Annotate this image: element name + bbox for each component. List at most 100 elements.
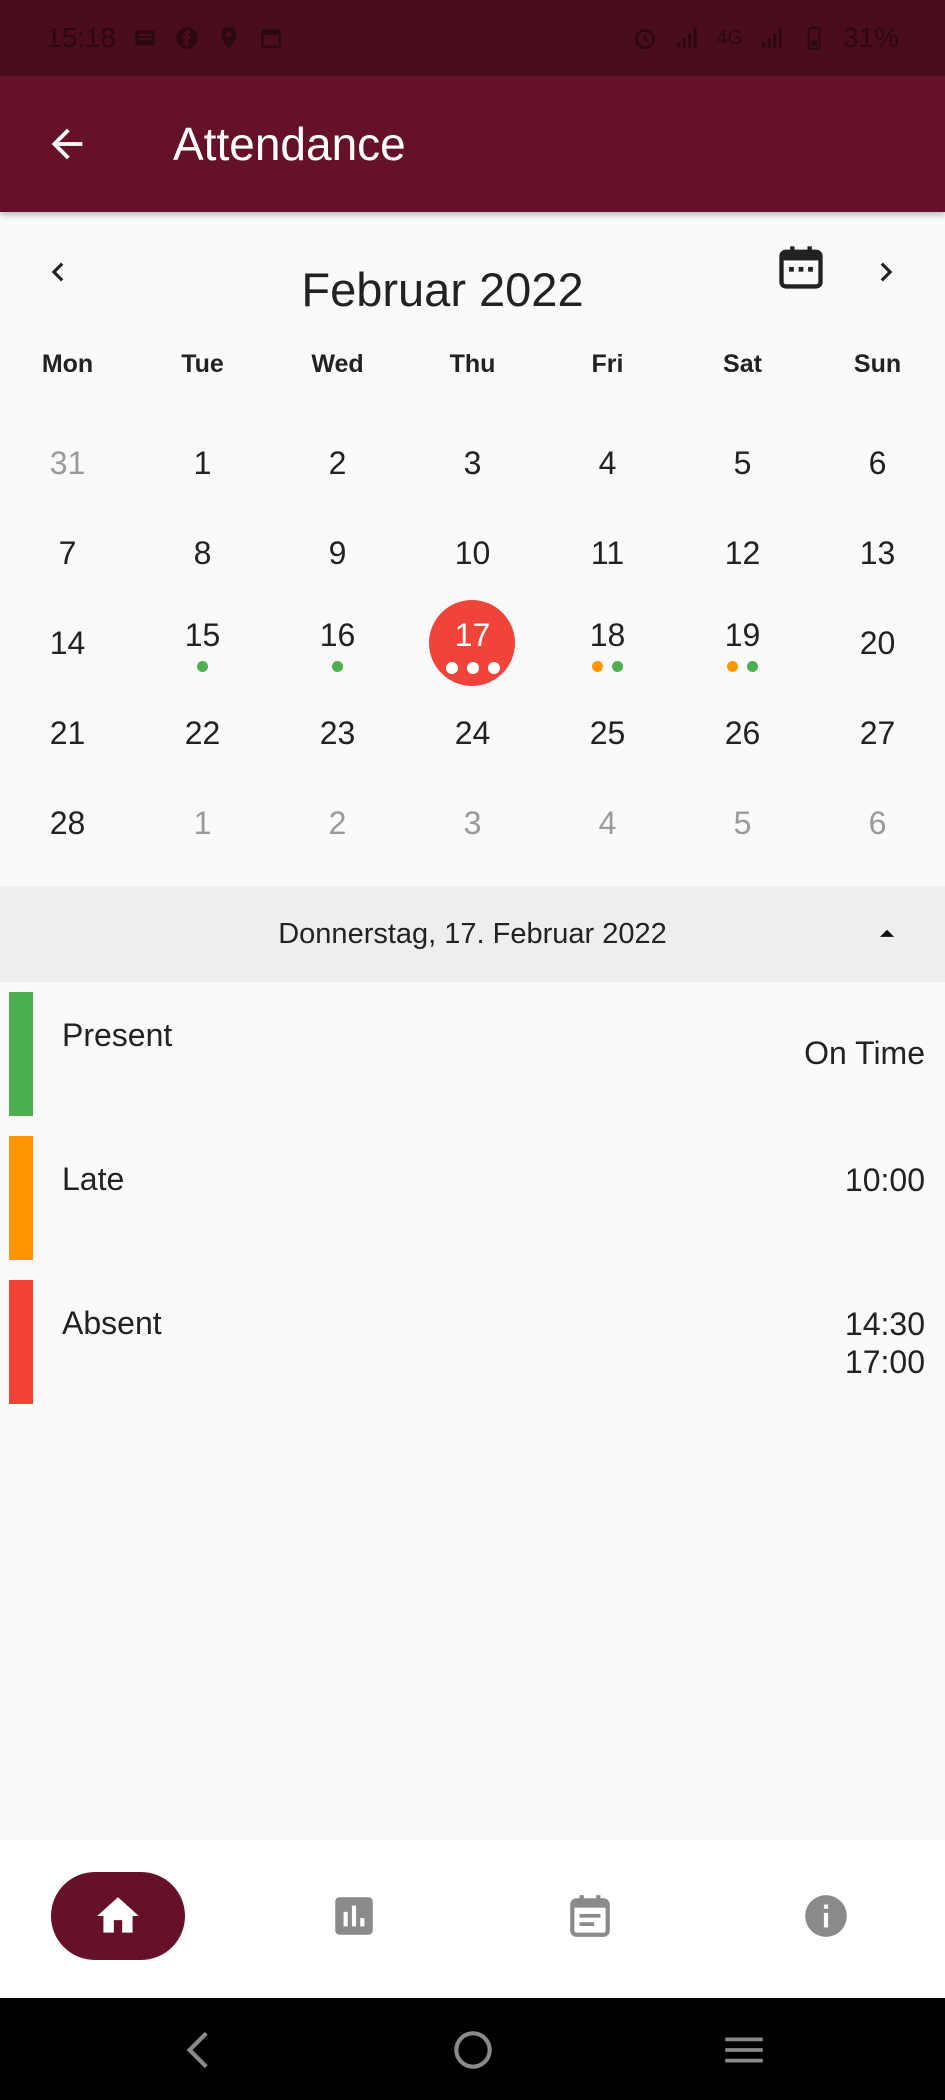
event-markers [135, 661, 270, 672]
arrow-drop-up-icon [879, 929, 895, 937]
calendar-day[interactable]: 15 [135, 598, 270, 688]
calendar-day[interactable]: 22 [135, 688, 270, 778]
collapse-button[interactable] [862, 914, 912, 954]
location-icon [216, 25, 242, 51]
calendar-day[interactable]: 28 [0, 778, 135, 868]
event-dot [592, 661, 603, 672]
day-number: 1 [193, 804, 212, 841]
calendar-day[interactable]: 10 [405, 508, 540, 598]
calendar-day[interactable]: 8 [135, 508, 270, 598]
calendar-day[interactable]: 31 [0, 418, 135, 508]
calendar-day[interactable]: 23 [270, 688, 405, 778]
calendar-day[interactable]: 6 [810, 778, 945, 868]
day-number: 17 [454, 616, 491, 653]
day-number: 4 [598, 804, 617, 841]
event-markers [540, 661, 675, 672]
nav-home[interactable] [51, 1872, 185, 1960]
system-back-button[interactable] [170, 2020, 230, 2080]
nav-statistics[interactable] [287, 1872, 421, 1960]
attendance-value: 14:30 [844, 1306, 925, 1342]
calendar-day[interactable]: 5 [675, 418, 810, 508]
alarm-icon [632, 25, 658, 51]
calendar-days-grid: 31 1 2 3 4 5 6 7 8 9 10 11 12 13 14 15 16 17 18 19 20 21 22 23 2… [0, 418, 945, 868]
page-title: Attendance [173, 118, 406, 170]
calendar-day[interactable]: 12 [675, 508, 810, 598]
event-dot [466, 662, 479, 674]
calendar-day-selected[interactable]: 17 [405, 598, 540, 688]
calendar-day[interactable]: 11 [540, 508, 675, 598]
day-number: 10 [454, 534, 491, 571]
day-number: 19 [724, 616, 761, 653]
selected-date-text: Donnerstag, 17. Februar 2022 [278, 917, 667, 950]
event-dot [332, 661, 343, 672]
calendar-day[interactable]: 3 [405, 418, 540, 508]
event-dot [612, 661, 623, 672]
event-dot [197, 661, 208, 672]
app-bar: Attendance [0, 76, 945, 212]
event-dot [747, 661, 758, 672]
date-picker-button[interactable] [770, 237, 832, 299]
month-title[interactable]: Februar 2022 [0, 262, 885, 317]
signal-icon-2 [759, 25, 785, 51]
calendar-day[interactable]: 2 [270, 778, 405, 868]
weekday-row: Mon Tue Wed Thu Fri Sat Sun [0, 350, 945, 379]
event-markers [405, 662, 540, 674]
day-number: 26 [724, 714, 761, 751]
system-navigation-bar [0, 1998, 945, 2100]
calendar-day[interactable]: 13 [810, 508, 945, 598]
attendance-item-late[interactable]: Late 10:00 [0, 1136, 945, 1260]
day-number: 22 [184, 714, 221, 751]
day-number: 27 [859, 714, 896, 751]
day-number: 3 [463, 804, 482, 841]
chevron-right-icon [880, 262, 893, 282]
day-number: 20 [859, 624, 896, 661]
day-number: 16 [319, 616, 356, 653]
facebook-icon [174, 25, 200, 51]
weekday-label: Fri [591, 350, 624, 378]
calendar-day[interactable]: 3 [405, 778, 540, 868]
calendar-day[interactable]: 20 [810, 598, 945, 688]
status-color-bar [9, 1136, 33, 1260]
bottom-navigation [0, 1840, 945, 1998]
attendance-item-absent[interactable]: Absent 14:30 17:00 [0, 1280, 945, 1404]
event-markers [675, 661, 810, 672]
calendar-day[interactable]: 19 [675, 598, 810, 688]
arrow-back-icon [51, 128, 83, 160]
calendar-day[interactable]: 16 [270, 598, 405, 688]
nav-info[interactable] [759, 1872, 893, 1960]
nav-calendar[interactable] [523, 1872, 657, 1960]
signal-icon [674, 25, 700, 51]
calendar-day[interactable]: 7 [0, 508, 135, 598]
day-number: 4 [598, 444, 617, 481]
selected-date-bar: Donnerstag, 17. Februar 2022 [0, 886, 945, 982]
calendar-day[interactable]: 6 [810, 418, 945, 508]
calendar-day[interactable]: 21 [0, 688, 135, 778]
calendar-day[interactable]: 24 [405, 688, 540, 778]
event-dot [445, 662, 458, 674]
calendar-day[interactable]: 2 [270, 418, 405, 508]
battery-level: 31% [842, 22, 899, 53]
attendance-item-present[interactable]: Present On Time [0, 992, 945, 1116]
calendar-day[interactable]: 26 [675, 688, 810, 778]
calendar-day[interactable]: 27 [810, 688, 945, 778]
system-home-button[interactable] [443, 2020, 503, 2080]
day-number: 25 [589, 714, 626, 751]
calendar-day[interactable]: 5 [675, 778, 810, 868]
day-number: 5 [733, 804, 752, 841]
event-note-icon [570, 1895, 610, 1937]
calendar-day[interactable]: 18 [540, 598, 675, 688]
next-month-button[interactable] [858, 244, 914, 300]
attendance-label: Present [62, 1017, 173, 1053]
calendar-day[interactable]: 14 [0, 598, 135, 688]
day-number: 12 [724, 534, 761, 571]
calendar-day[interactable]: 1 [135, 418, 270, 508]
calendar-day[interactable]: 4 [540, 418, 675, 508]
system-menu-button[interactable] [714, 2020, 774, 2080]
calendar-day[interactable]: 1 [135, 778, 270, 868]
calendar-day[interactable]: 25 [540, 688, 675, 778]
calendar-day[interactable]: 9 [270, 508, 405, 598]
back-button[interactable] [27, 104, 107, 184]
calendar-day[interactable]: 4 [540, 778, 675, 868]
status-color-bar [9, 1280, 33, 1404]
attendance-value: 17:00 [844, 1344, 925, 1380]
